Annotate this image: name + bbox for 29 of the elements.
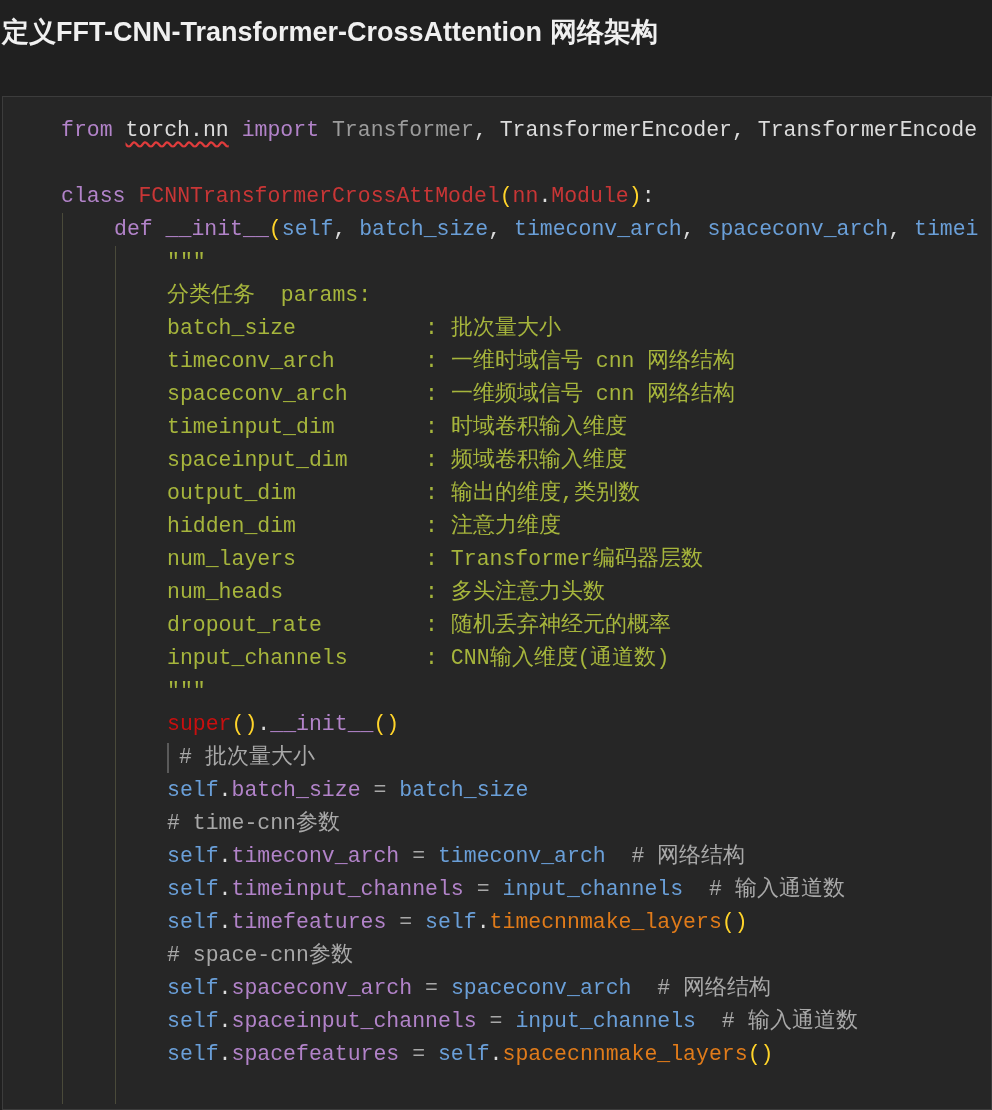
code-line: from torch.nn import Transformer, TransformerEncoder, TransformerEncode	[61, 117, 978, 145]
code-line: """	[167, 249, 206, 277]
code-line: self.timeinput_channels = input_channels # 输入通道数	[167, 875, 845, 904]
code-line: timeinput_dim : 时域卷积输入维度	[167, 413, 627, 442]
code-line: hidden_dim : 注意力维度	[167, 512, 561, 541]
code-line: output_dim : 输出的维度,类别数	[167, 479, 640, 508]
code-line: 分类任务 params:	[167, 282, 372, 310]
code-line: # space-cnn参数	[167, 942, 353, 970]
code-line: # 批次量大小	[179, 744, 315, 772]
code-line: self.spacefeatures = self.spacecnnmake_layers()	[167, 1041, 774, 1069]
code-line: def __init__(self, batch_size, timeconv_arch, spaceconv_arch, timei	[114, 216, 979, 244]
page-title: 定义FFT-CNN-Transformer-CrossAttention 网络架构	[2, 16, 659, 49]
code-line: spaceinput_dim : 频域卷积输入维度	[167, 446, 627, 475]
code-line: num_layers : Transformer编码器层数	[167, 546, 703, 574]
code-line: """	[167, 678, 206, 706]
code-line: self.timefeatures = self.timecnnmake_layers()	[167, 909, 748, 937]
code-line: input_channels : CNN输入维度(通道数)	[167, 644, 670, 673]
code-line: self.spaceconv_arch = spaceconv_arch # 网络结构	[167, 975, 772, 1003]
code-line: super().__init__()	[167, 711, 400, 739]
code-line: dropout_rate : 随机丢弃神经元的概率	[167, 611, 671, 640]
code-line: # time-cnn参数	[167, 810, 341, 838]
code-line: timeconv_arch : 一维时域信号 cnn 网络结构	[167, 347, 736, 376]
code-line: self.timeconv_arch = timeconv_arch # 网络结构	[167, 843, 746, 871]
code-line: batch_size : 批次量大小	[167, 315, 561, 343]
code-line: num_heads : 多头注意力头数	[167, 578, 605, 607]
code-line: class FCNNTransformerCrossAttModel(nn.Module):	[61, 183, 655, 211]
code-line: self.batch_size = batch_size	[167, 777, 529, 805]
code-line: self.spaceinput_channels = input_channels # 输入通道数	[167, 1007, 858, 1036]
code-line: spaceconv_arch : 一维频域信号 cnn 网络结构	[167, 380, 736, 409]
